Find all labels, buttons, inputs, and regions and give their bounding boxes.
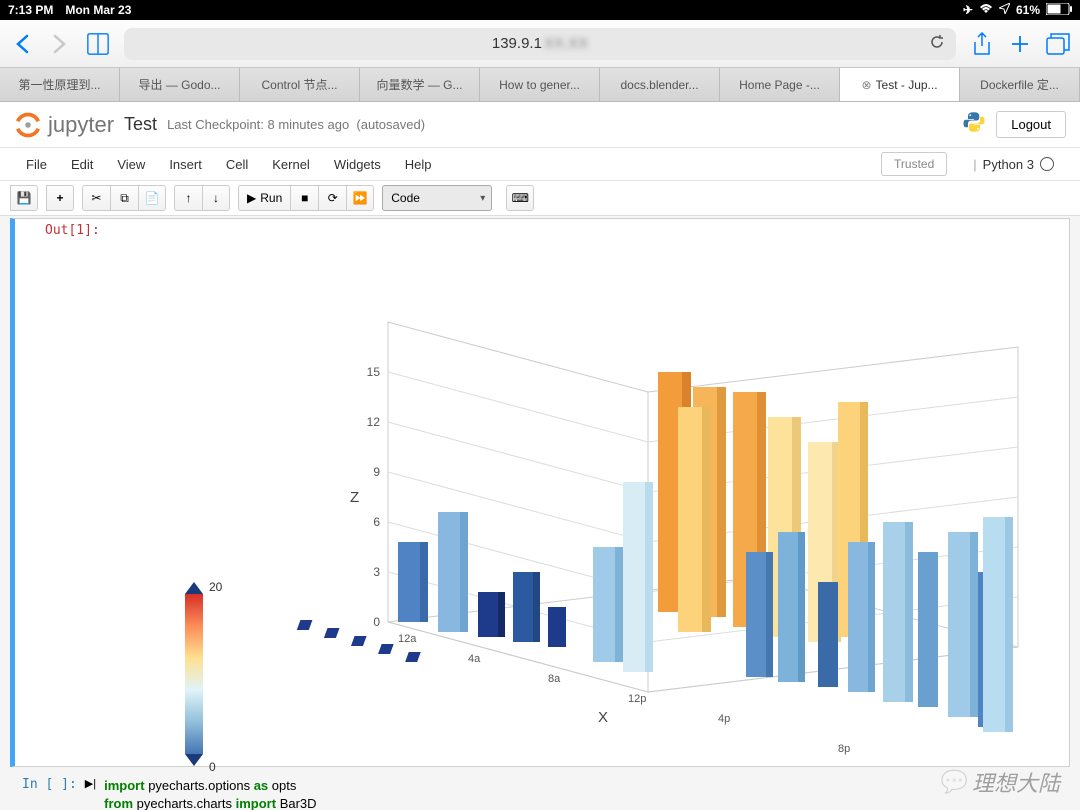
svg-text:4p: 4p — [718, 713, 730, 725]
restart-button[interactable]: ⟳ — [318, 185, 346, 211]
kernel-status-icon — [1040, 157, 1054, 171]
out-prompt: Out[1]: — [15, 223, 1061, 238]
reload-icon[interactable] — [928, 33, 946, 55]
move-down-button[interactable]: ↓ — [202, 185, 230, 211]
jupyter-toolbar: 💾 + ✂ ⧉ 📄 ↑ ↓ ▶ Run ■ ⟳ ⏩ Code ⌨ — [0, 181, 1080, 216]
safari-tab[interactable]: How to gener... — [480, 68, 600, 101]
svg-text:3: 3 — [373, 565, 380, 579]
copy-button[interactable]: ⧉ — [110, 185, 138, 211]
forward-button[interactable] — [48, 32, 72, 56]
visual-map[interactable]: 20 0 — [185, 582, 211, 772]
menu-cell[interactable]: Cell — [214, 153, 260, 176]
notebook-title[interactable]: Test — [124, 114, 157, 135]
safari-tab[interactable]: 向量数学 — G... — [360, 68, 480, 101]
close-icon[interactable]: ⊗ — [861, 78, 871, 92]
svg-text:6: 6 — [373, 515, 380, 529]
safari-tab[interactable]: Control 节点... — [240, 68, 360, 101]
address-bar[interactable]: 139.9.1 XX.XX — [124, 28, 956, 60]
back-button[interactable] — [10, 32, 34, 56]
wechat-icon: 💬 — [941, 769, 968, 795]
cut-button[interactable]: ✂ — [82, 185, 110, 211]
run-cell-icon[interactable]: ▶| — [85, 777, 96, 790]
bar3d-svg: 0 3 6 9 12 15 Z — [95, 242, 1061, 762]
airplane-icon: ✈︎ — [963, 3, 973, 17]
bookmarks-icon[interactable] — [86, 32, 110, 56]
svg-text:8a: 8a — [548, 673, 561, 685]
svg-text:X: X — [598, 709, 608, 726]
svg-text:8p: 8p — [838, 743, 850, 755]
code-editor[interactable]: import pyecharts.options as opts from py… — [104, 777, 316, 810]
status-time: 7:13 PM — [8, 3, 53, 17]
safari-tab-active[interactable]: ⊗ Test - Jup... — [840, 68, 960, 101]
safari-tab-strip: 第一性原理到... 导出 — Godo... Control 节点... 向量数… — [0, 68, 1080, 102]
add-cell-button[interactable]: + — [46, 185, 74, 211]
command-palette-button[interactable]: ⌨ — [506, 185, 534, 211]
bar3d-chart[interactable]: 0 3 6 9 12 15 Z — [95, 242, 1061, 762]
safari-tab[interactable]: Home Page -... — [720, 68, 840, 101]
svg-text:12: 12 — [367, 415, 381, 429]
in-prompt: In [ ]: — [22, 777, 77, 792]
jupyter-menubar: File Edit View Insert Cell Kernel Widget… — [0, 148, 1080, 181]
menu-widgets[interactable]: Widgets — [322, 153, 393, 176]
svg-text:12a: 12a — [398, 633, 417, 645]
wifi-icon — [979, 3, 993, 17]
svg-text:12p: 12p — [628, 693, 646, 705]
paste-button[interactable]: 📄 — [138, 185, 166, 211]
vm-max: 20 — [209, 580, 222, 594]
address-text: 139.9.1 — [492, 35, 542, 52]
new-tab-icon[interactable] — [1008, 32, 1032, 56]
interrupt-button[interactable]: ■ — [290, 185, 318, 211]
svg-text:0: 0 — [373, 615, 380, 629]
svg-text:4a: 4a — [468, 653, 481, 665]
trusted-badge[interactable]: Trusted — [881, 152, 947, 176]
menu-view[interactable]: View — [105, 153, 157, 176]
output-cell[interactable]: Out[1]: 0 3 — [10, 218, 1070, 767]
python-logo-icon — [962, 110, 986, 139]
menu-edit[interactable]: Edit — [59, 153, 105, 176]
input-cell[interactable]: In [ ]: ▶| import pyecharts.options as o… — [10, 773, 1070, 810]
svg-text:Z: Z — [350, 489, 359, 506]
restart-run-button[interactable]: ⏩ — [346, 185, 374, 211]
ios-status-bar: 7:13 PM Mon Mar 23 ✈︎ 61% — [0, 0, 1080, 20]
kernel-indicator[interactable]: | Python 3 — [961, 153, 1066, 176]
safari-tab[interactable]: 第一性原理到... — [0, 68, 120, 101]
vm-min: 0 — [209, 760, 216, 774]
safari-tab[interactable]: docs.blender... — [600, 68, 720, 101]
celltype-select[interactable]: Code — [382, 185, 492, 211]
location-icon — [999, 3, 1010, 17]
run-button[interactable]: ▶ Run — [238, 185, 290, 211]
safari-toolbar: 139.9.1 XX.XX — [0, 20, 1080, 68]
menu-help[interactable]: Help — [393, 153, 444, 176]
battery-icon — [1046, 3, 1072, 18]
safari-tab[interactable]: Dockerfile 定... — [960, 68, 1080, 101]
menu-insert[interactable]: Insert — [157, 153, 214, 176]
watermark: 💬 理想大陆 — [941, 766, 1060, 798]
svg-text:15: 15 — [367, 365, 381, 379]
safari-tab[interactable]: 导出 — Godo... — [120, 68, 240, 101]
move-up-button[interactable]: ↑ — [174, 185, 202, 211]
tabs-icon[interactable] — [1046, 32, 1070, 56]
notebook-area: Out[1]: 0 3 — [0, 216, 1080, 810]
jupyter-logo[interactable]: jupyter — [14, 111, 114, 139]
save-button[interactable]: 💾 — [10, 185, 38, 211]
share-icon[interactable] — [970, 32, 994, 56]
menu-file[interactable]: File — [14, 153, 59, 176]
menu-kernel[interactable]: Kernel — [260, 153, 322, 176]
status-date: Mon Mar 23 — [65, 3, 131, 17]
logout-button[interactable]: Logout — [996, 111, 1066, 138]
svg-text:9: 9 — [373, 465, 380, 479]
checkpoint-label: Last Checkpoint: 8 minutes ago (autosave… — [167, 117, 425, 132]
battery-percent: 61% — [1016, 3, 1040, 17]
jupyter-header: jupyter Test Last Checkpoint: 8 minutes … — [0, 102, 1080, 148]
